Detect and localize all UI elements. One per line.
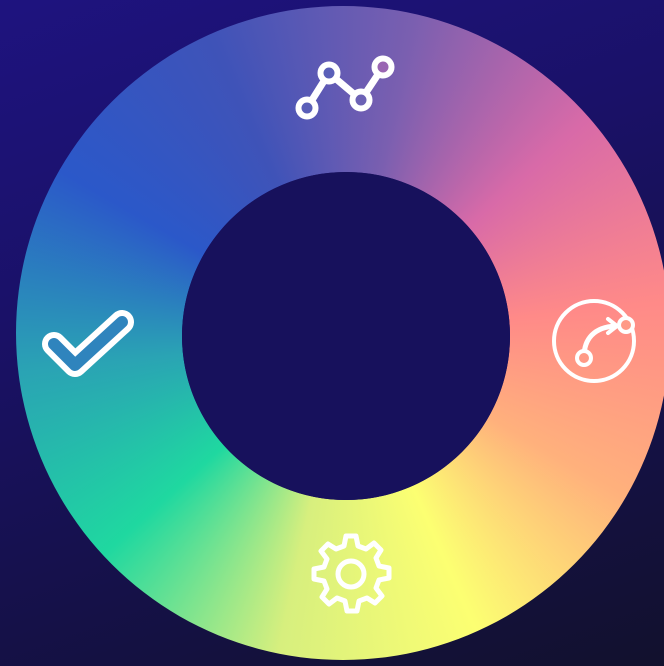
gear-icon[interactable]	[306, 530, 396, 620]
line-chart-icon[interactable]	[290, 52, 396, 124]
radial-menu-app	[0, 0, 664, 666]
curved-arrow-circle-icon[interactable]	[548, 294, 642, 388]
checkmark-icon[interactable]	[42, 306, 136, 380]
ring-center-hole	[182, 172, 510, 500]
